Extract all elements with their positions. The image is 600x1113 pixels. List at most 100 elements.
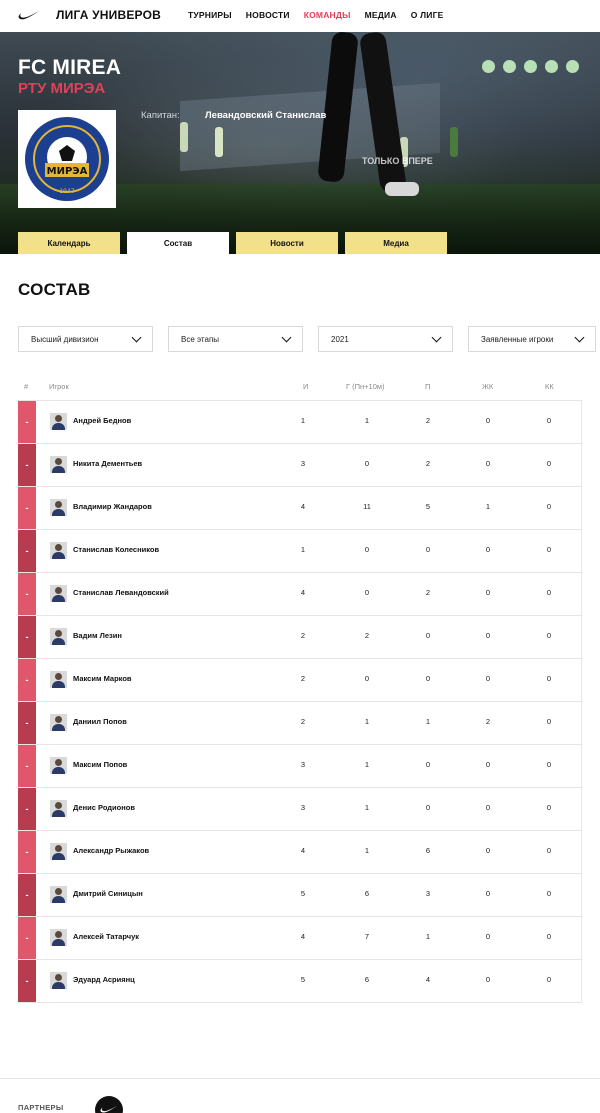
nike-swoosh-icon [100,1105,118,1113]
cell-goals: 11 [363,502,371,511]
nav-item-news[interactable]: НОВОСТИ [246,10,290,20]
player-avatar[interactable] [50,757,67,774]
table-row[interactable]: - Никита Дементьев 3 0 2 0 0 [18,444,581,487]
brand-logo-text[interactable]: ЛИГА УНИВЕРОВ [56,8,161,22]
cell-yellow-cards: 0 [485,975,491,984]
player-name[interactable]: Никита Дементьев [73,459,142,468]
table-row[interactable]: - Даниил Попов 2 1 1 2 0 [18,702,581,745]
cell-assists: 0 [425,545,431,554]
table-row[interactable]: - Станислав Левандовский 4 0 2 0 0 [18,573,581,616]
player-number: - [18,659,36,701]
tab-calendar[interactable]: Календарь [18,232,120,254]
player-name[interactable]: Дмитрий Синицын [73,889,143,898]
slider-dot[interactable] [545,60,558,73]
crest-year: 1947 [59,188,74,195]
cell-red-cards: 0 [546,889,552,898]
player-number: - [18,616,36,658]
player-avatar[interactable] [50,714,67,731]
player-avatar[interactable] [50,585,67,602]
player-avatar[interactable] [50,800,67,817]
player-name[interactable]: Максим Марков [73,674,132,683]
cell-yellow-cards: 0 [485,459,491,468]
slider-dot[interactable] [503,60,516,73]
captain-label: Капитан: [141,110,180,121]
stage-select[interactable]: Все этапы [168,326,303,352]
stage-select-value: Все этапы [181,334,220,344]
player-name[interactable]: Станислав Левандовский [73,588,169,597]
player-avatar[interactable] [50,456,67,473]
cell-goals: 0 [364,459,370,468]
player-number: - [18,573,36,615]
year-select[interactable]: 2021 [318,326,453,352]
player-name[interactable]: Станислав Колесников [73,545,159,554]
table-row[interactable]: - Денис Родионов 3 1 0 0 0 [18,788,581,831]
table-row[interactable]: - Андрей Беднов 1 1 2 0 0 [18,401,581,444]
nav-item-teams[interactable]: КОМАНДЫ [304,10,351,20]
player-number: - [18,960,36,1002]
table-row[interactable]: - Максим Попов 3 1 0 0 0 [18,745,581,788]
cell-goals: 1 [364,760,370,769]
player-avatar[interactable] [50,413,67,430]
table-row[interactable]: - Вадим Лезин 2 2 0 0 0 [18,616,581,659]
col-header-player: Игрок [49,382,69,391]
partners-label: ПАРТНЕРЫ [18,1103,64,1112]
cell-games: 3 [300,803,306,812]
cell-assists: 2 [425,459,431,468]
hero-player-figure [450,127,458,157]
player-name[interactable]: Алексей Татарчук [73,932,139,941]
player-name[interactable]: Александр Рыжаков [73,846,149,855]
player-avatar[interactable] [50,972,67,989]
cell-games: 3 [300,760,306,769]
slider-dot[interactable] [566,60,579,73]
cell-yellow-cards: 0 [485,889,491,898]
player-name[interactable]: Вадим Лезин [73,631,122,640]
table-row[interactable]: - Дмитрий Синицын 5 6 3 0 0 [18,874,581,917]
cell-goals: 0 [364,674,370,683]
table-row[interactable]: - Александр Рыжаков 4 1 6 0 0 [18,831,581,874]
table-row[interactable]: - Максим Марков 2 0 0 0 0 [18,659,581,702]
player-avatar[interactable] [50,542,67,559]
cell-red-cards: 0 [546,932,552,941]
col-header-number: # [24,382,29,391]
player-name[interactable]: Эдуард Асриянц [73,975,135,984]
player-name[interactable]: Даниил Попов [73,717,127,726]
players-select[interactable]: Заявленные игроки [468,326,596,352]
nav-item-tournaments[interactable]: ТУРНИРЫ [188,10,232,20]
slider-dot[interactable] [482,60,495,73]
player-avatar[interactable] [50,628,67,645]
player-name[interactable]: Владимир Жандаров [73,502,152,511]
player-avatar[interactable] [50,886,67,903]
cell-assists: 0 [425,803,431,812]
player-name[interactable]: Денис Родионов [73,803,135,812]
cell-games: 2 [300,674,306,683]
table-row[interactable]: - Владимир Жандаров 4 11 5 1 0 [18,487,581,530]
table-row[interactable]: - Эдуард Асриянц 5 6 4 0 0 [18,960,581,1003]
nav-item-media[interactable]: МЕДИА [365,10,397,20]
cell-red-cards: 0 [546,717,552,726]
cell-assists: 0 [425,674,431,683]
tab-news[interactable]: Новости [236,232,338,254]
col-header-games: И [303,382,309,391]
cell-goals: 0 [364,588,370,597]
player-name[interactable]: Максим Попов [73,760,127,769]
player-number: - [18,831,36,873]
player-avatar[interactable] [50,499,67,516]
player-avatar[interactable] [50,929,67,946]
team-subtitle: РТУ МИРЭА [18,80,106,97]
nav-item-about[interactable]: О ЛИГЕ [411,10,444,20]
tab-roster[interactable]: Состав [127,232,229,254]
slider-dot[interactable] [524,60,537,73]
partner-logo[interactable] [95,1096,123,1113]
captain-name: Левандовский Станислав [205,110,327,121]
division-select[interactable]: Высший дивизион [18,326,153,352]
nike-swoosh-icon[interactable] [18,9,40,21]
table-row[interactable]: - Станислав Колесников 1 0 0 0 0 [18,530,581,573]
player-avatar[interactable] [50,671,67,688]
player-name[interactable]: Андрей Беднов [73,416,131,425]
player-avatar[interactable] [50,843,67,860]
cell-goals: 6 [364,975,370,984]
table-row[interactable]: - Алексей Татарчук 4 7 1 0 0 [18,917,581,960]
cell-goals: 1 [364,803,370,812]
tab-media[interactable]: Медиа [345,232,447,254]
cell-yellow-cards: 0 [485,545,491,554]
